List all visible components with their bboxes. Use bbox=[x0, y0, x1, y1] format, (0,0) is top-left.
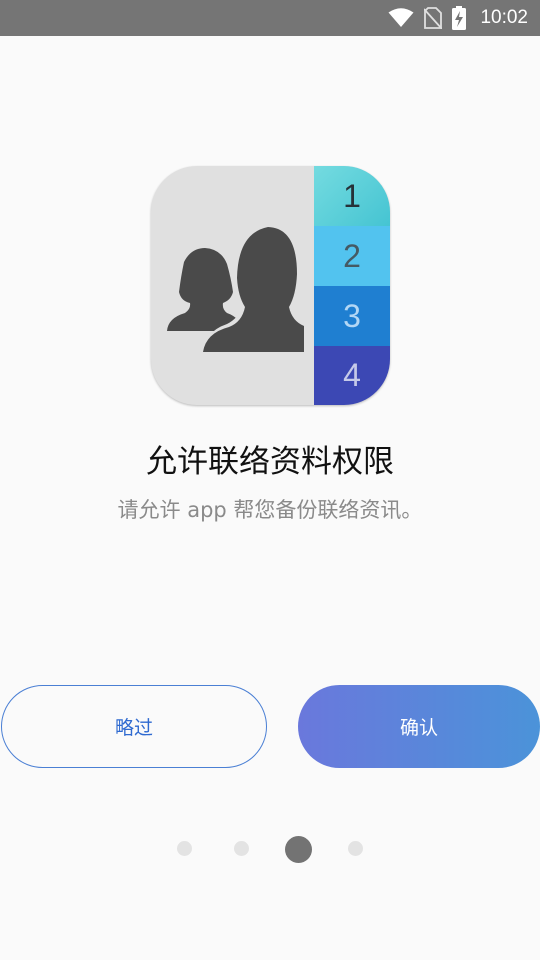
page-indicator bbox=[0, 836, 540, 863]
confirm-button[interactable]: 确认 bbox=[298, 685, 540, 768]
page-dot-2 bbox=[234, 841, 249, 856]
contacts-index-tabs: 1 2 3 4 bbox=[314, 166, 390, 405]
page-title: 允许联络资料权限 bbox=[146, 444, 394, 480]
battery-charging-icon bbox=[452, 6, 467, 30]
contacts-icon: 1 2 3 4 bbox=[151, 166, 390, 405]
page-subtitle: 请允许 app 帮您备份联络资讯。 bbox=[117, 498, 423, 522]
status-icons: 10:02 bbox=[388, 0, 528, 36]
index-tab-1: 1 bbox=[314, 166, 390, 226]
page-dot-1 bbox=[177, 841, 192, 856]
status-bar: 10:02 bbox=[0, 0, 540, 36]
status-time: 10:02 bbox=[480, 7, 528, 28]
index-tab-3: 3 bbox=[314, 286, 390, 346]
wifi-icon bbox=[388, 8, 414, 28]
page-dot-3-active bbox=[285, 836, 312, 863]
index-tab-4: 4 bbox=[314, 346, 390, 405]
people-icon bbox=[167, 223, 311, 362]
index-tab-2: 2 bbox=[314, 226, 390, 286]
no-sim-icon bbox=[424, 7, 443, 29]
skip-button[interactable]: 略过 bbox=[1, 685, 267, 768]
page-dot-4 bbox=[348, 841, 363, 856]
